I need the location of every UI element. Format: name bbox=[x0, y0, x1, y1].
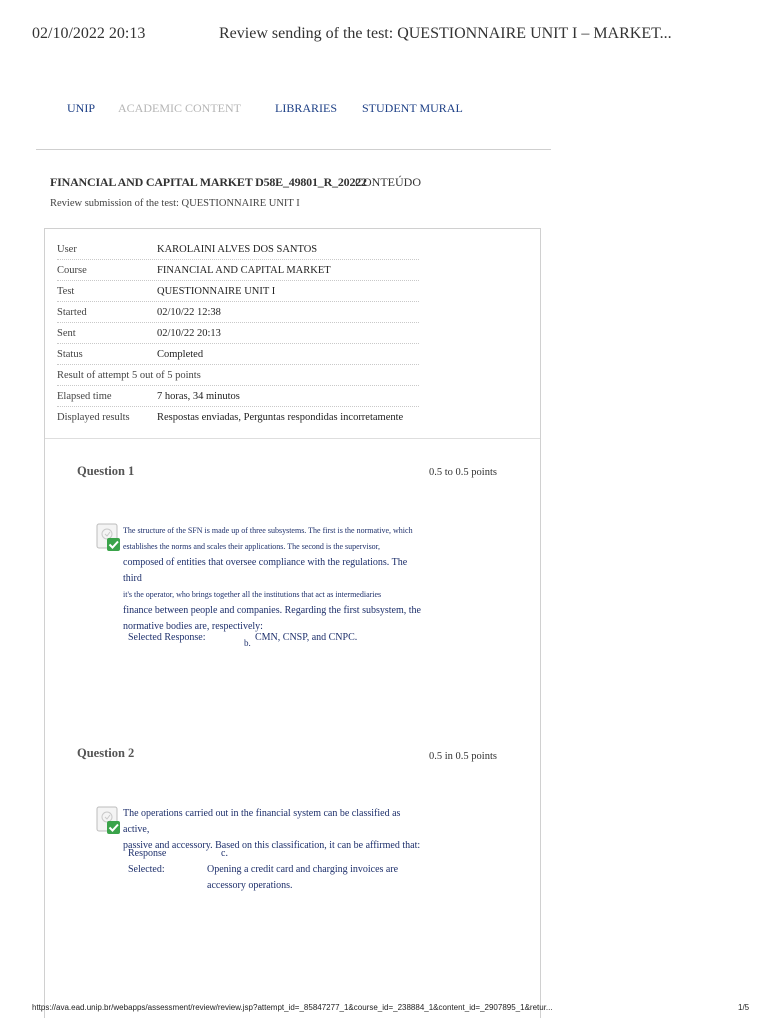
summary-row-sent: Sent 02/10/22 20:13 bbox=[57, 323, 419, 344]
question-2-response-text: Opening a credit card and charging invoi… bbox=[207, 864, 399, 875]
print-datetime: 02/10/2022 20:13 bbox=[32, 25, 146, 42]
print-page-number: 1/5 bbox=[738, 1003, 750, 1012]
summary-value: KAROLAINI ALVES DOS SANTOS bbox=[157, 243, 318, 255]
question-1-line: composed of entities that oversee compli… bbox=[123, 557, 408, 584]
summary-label: Course bbox=[57, 264, 87, 276]
question-2-response-label: Response bbox=[128, 848, 167, 859]
summary-label: Displayed results bbox=[57, 412, 130, 423]
summary-value: 7 horas, 34 minutos bbox=[157, 390, 240, 402]
top-navigation: UNIP ACADEMIC CONTENT LIBRARIES STUDENT … bbox=[0, 101, 768, 117]
summary-value: 02/10/22 20:13 bbox=[157, 327, 221, 339]
question-2-response-text: accessory operations. bbox=[207, 880, 293, 891]
question-2-text: The operations carried out in the financ… bbox=[123, 806, 428, 854]
question-2-response-label: Selected: bbox=[128, 864, 165, 875]
nav-academic-content[interactable]: ACADEMIC CONTENT bbox=[118, 101, 241, 116]
summary-label: User bbox=[57, 243, 77, 255]
summary-label: Started bbox=[57, 306, 87, 318]
summary-row-course: Course FINANCIAL AND CAPITAL MARKET bbox=[57, 260, 419, 281]
question-1-line: finance between people and companies. Re… bbox=[123, 605, 421, 616]
question-1-response-label: Selected Response: bbox=[128, 632, 206, 643]
course-title: FINANCIAL AND CAPITAL MARKET D58E_49801_… bbox=[50, 175, 367, 189]
summary-result-text: Result of attempt 5 out of 5 points bbox=[57, 369, 201, 381]
question-1-title: Question 1 bbox=[77, 464, 135, 478]
summary-row-test: Test QUESTIONNAIRE UNIT I bbox=[57, 281, 419, 302]
summary-label: Sent bbox=[57, 327, 76, 339]
nav-student-mural[interactable]: STUDENT MURAL bbox=[362, 101, 463, 116]
summary-row-displayed: Displayed results Respostas enviadas, Pe… bbox=[57, 407, 419, 428]
correct-answer-check-icon bbox=[96, 806, 122, 836]
summary-label: Status bbox=[57, 348, 83, 360]
summary-row-result: Result of attempt 5 out of 5 points bbox=[57, 365, 419, 386]
summary-row-user: User KAROLAINI ALVES DOS SANTOS bbox=[57, 239, 419, 260]
question-2-title: Question 2 bbox=[77, 746, 135, 760]
summary-label: Elapsed time bbox=[57, 390, 112, 402]
nav-libraries[interactable]: LIBRARIES bbox=[275, 101, 337, 116]
summary-row-status: Status Completed bbox=[57, 344, 419, 365]
question-1-points: 0.5 to 0.5 points bbox=[429, 467, 497, 478]
summary-value: Respostas enviadas, Perguntas respondida… bbox=[157, 412, 404, 423]
question-2-line: The operations carried out in the financ… bbox=[123, 808, 401, 835]
question-2-response-letter: c. bbox=[221, 848, 228, 859]
question-2-points: 0.5 in 0.5 points bbox=[429, 751, 497, 762]
nav-unip[interactable]: UNIP bbox=[67, 101, 95, 116]
question-1-line: The structure of the SFN is made up of t… bbox=[123, 526, 413, 535]
summary-label: Test bbox=[57, 285, 75, 297]
summary-row-elapsed: Elapsed time 7 horas, 34 minutos bbox=[57, 386, 419, 407]
print-page-title: Review sending of the test: QUESTIONNAIR… bbox=[219, 25, 672, 42]
summary-value: 02/10/22 12:38 bbox=[157, 306, 221, 318]
question-1-text: The structure of the SFN is made up of t… bbox=[123, 523, 428, 635]
attempt-summary-panel: User KAROLAINI ALVES DOS SANTOS Course F… bbox=[45, 229, 540, 439]
review-subtitle: Review submission of the test: QUESTIONN… bbox=[50, 198, 300, 209]
question-1-line: establishes the norms and scales their a… bbox=[123, 542, 381, 551]
question-1-line: it's the operator, who brings together a… bbox=[123, 590, 382, 599]
question-1-response-letter: b. bbox=[244, 638, 251, 648]
content-link[interactable]: CONTEÚDO bbox=[355, 175, 421, 190]
question-2-line: passive and accessory. Based on this cla… bbox=[123, 840, 421, 851]
summary-value: QUESTIONNAIRE UNIT I bbox=[157, 285, 276, 297]
summary-row-started: Started 02/10/22 12:38 bbox=[57, 302, 419, 323]
print-url: https://ava.ead.unip.br/webapps/assessme… bbox=[32, 1003, 553, 1012]
correct-answer-check-icon bbox=[96, 523, 122, 553]
header-divider bbox=[36, 149, 551, 150]
attempt-summary-table: User KAROLAINI ALVES DOS SANTOS Course F… bbox=[57, 239, 419, 428]
summary-value: FINANCIAL AND CAPITAL MARKET bbox=[157, 264, 331, 276]
summary-value: Completed bbox=[157, 348, 204, 360]
question-1-response-text: CMN, CNSP, and CNPC. bbox=[255, 632, 358, 643]
